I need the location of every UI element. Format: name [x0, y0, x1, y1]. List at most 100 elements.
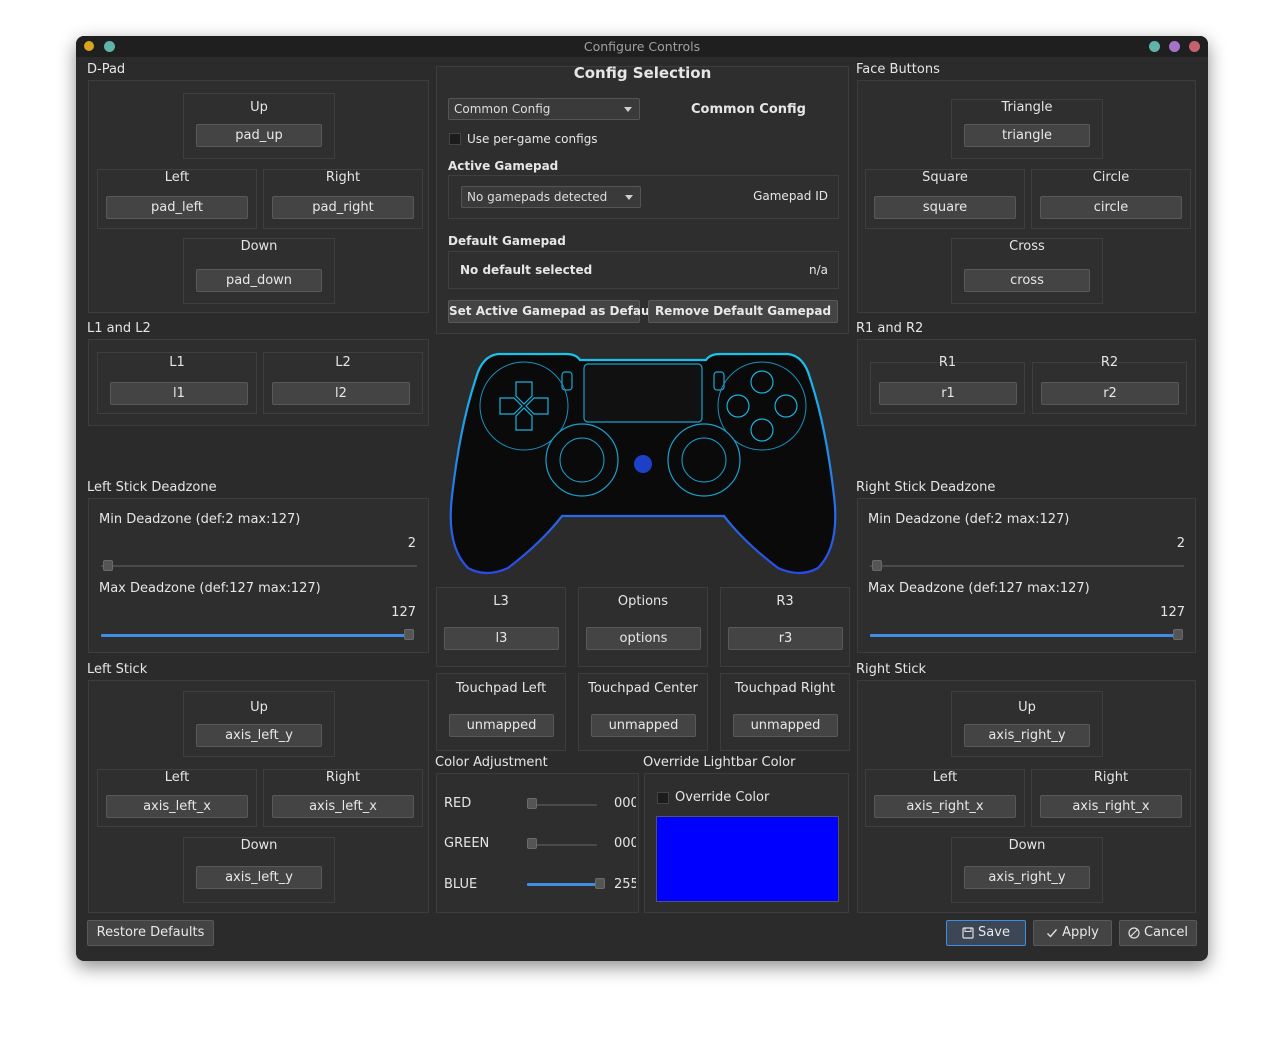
touchpad-left-button[interactable]: unmapped [449, 714, 554, 737]
default-gamepad-box: No default selected n/a [448, 251, 839, 289]
blue-slider-track[interactable] [527, 883, 597, 886]
l1-button[interactable]: l1 [110, 382, 248, 405]
left-stick-right-box: Right axis_left_x [263, 769, 423, 827]
face-buttons-group: Triangle triangle Square square Circle c… [857, 80, 1196, 313]
cross-button[interactable]: cross [964, 269, 1090, 292]
chevron-down-icon [625, 195, 633, 200]
title-bar: Configure Controls [76, 36, 1208, 57]
l3-button[interactable]: l3 [444, 627, 559, 650]
dpad-down-box: Down pad_down [183, 238, 335, 304]
current-config-label: Common Config [691, 102, 806, 117]
right-max-deadzone-handle[interactable] [1173, 629, 1183, 640]
remove-default-gamepad-button[interactable]: Remove Default Gamepad [648, 300, 838, 323]
cancel-button[interactable]: Cancel [1119, 920, 1197, 946]
right-max-deadzone-track[interactable] [870, 634, 1176, 637]
blue-slider-handle[interactable] [595, 878, 605, 889]
apply-button[interactable]: Apply [1033, 920, 1112, 946]
dpad-left-button[interactable]: pad_left [106, 196, 248, 219]
right-stick-down-button[interactable]: axis_right_y [964, 866, 1090, 889]
override-color-checkbox[interactable] [657, 792, 669, 804]
gamepad-combo[interactable]: No gamepads detected [461, 186, 641, 208]
green-slider-handle[interactable] [527, 838, 537, 849]
left-stick-left-button[interactable]: axis_left_x [106, 795, 248, 818]
r3-box: R3 r3 [720, 587, 850, 667]
right-min-deadzone-handle[interactable] [872, 560, 882, 571]
dpad-right-label: Right [325, 170, 361, 185]
dpad-up-button[interactable]: pad_up [196, 124, 322, 147]
default-gamepad-na: n/a [808, 263, 828, 277]
window-title: Configure Controls [583, 39, 701, 54]
options-button[interactable]: options [586, 627, 701, 650]
right-max-deadzone-label: Max Deadzone (def:127 max:127) [868, 581, 1090, 596]
r1-button[interactable]: r1 [879, 382, 1017, 405]
lightbar-group: Override Color [644, 773, 849, 913]
dpad-down-button[interactable]: pad_down [196, 269, 322, 292]
touchpad-right-button[interactable]: unmapped [733, 714, 838, 737]
right-stick-right-box: Right axis_right_x [1031, 769, 1191, 827]
minimize-button[interactable] [1149, 41, 1160, 52]
triangle-button[interactable]: triangle [964, 124, 1090, 147]
dpad-right-button[interactable]: pad_right [272, 196, 414, 219]
left-stick-up-button[interactable]: axis_left_y [196, 724, 322, 747]
per-game-label: Use per-game configs [467, 132, 598, 146]
left-stick-left-box: Left axis_left_x [97, 769, 257, 827]
save-button[interactable]: Save [946, 920, 1026, 946]
green-label: GREEN [444, 836, 490, 851]
blue-value: 255 [614, 877, 636, 892]
cancel-icon [1128, 926, 1140, 939]
config-combo[interactable]: Common Config [448, 98, 640, 120]
circle-button[interactable]: circle [1040, 196, 1182, 219]
square-button[interactable]: square [874, 196, 1016, 219]
left-deadzone-title: Left Stick Deadzone [87, 480, 217, 495]
touchpad-center-button[interactable]: unmapped [591, 714, 696, 737]
triangle-box: Triangle triangle [951, 99, 1103, 159]
r2-button[interactable]: r2 [1041, 382, 1179, 405]
right-stick-left-button[interactable]: axis_right_x [874, 795, 1016, 818]
red-slider-handle[interactable] [527, 798, 537, 809]
red-slider-track[interactable] [527, 804, 597, 806]
close-button[interactable] [1189, 41, 1200, 52]
dpad-group: Up pad_up Left pad_left Right pad_right … [88, 80, 429, 313]
right-stick-right-button[interactable]: axis_right_x [1040, 795, 1182, 818]
left-stick-up-label: Up [250, 700, 268, 715]
set-default-gamepad-button[interactable]: Set Active Gamepad as Default [448, 300, 659, 323]
config-selection-title: Config Selection [573, 64, 712, 82]
l2-button[interactable]: l2 [272, 382, 410, 405]
right-stick-up-button[interactable]: axis_right_y [964, 724, 1090, 747]
right-stick-left-box: Left axis_right_x [865, 769, 1025, 827]
dpad-left-label: Left [164, 170, 190, 185]
dpad-right-box: Right pad_right [263, 169, 423, 229]
gamepad-id-label: Gamepad ID [753, 189, 828, 203]
left-min-deadzone-value: 2 [407, 536, 416, 551]
r2-label: R2 [1100, 355, 1119, 370]
maximize-button[interactable] [1169, 41, 1180, 52]
config-selection-group: Config Selection Common Config Common Co… [436, 64, 849, 334]
triangle-label: Triangle [1001, 100, 1053, 115]
color-adjustment-title: Color Adjustment [435, 755, 548, 770]
right-stick-shape [667, 423, 741, 497]
restore-defaults-button[interactable]: Restore Defaults [87, 920, 214, 946]
left-min-deadzone-handle[interactable] [103, 560, 113, 571]
l3-label: L3 [493, 594, 509, 609]
left-max-deadzone-track[interactable] [101, 634, 407, 637]
r3-button[interactable]: r3 [728, 627, 843, 650]
left-max-deadzone-handle[interactable] [404, 629, 414, 640]
right-min-deadzone-track[interactable] [870, 565, 1184, 567]
left-stick-right-button[interactable]: axis_left_x [272, 795, 414, 818]
r1-label: R1 [938, 355, 957, 370]
right-stick-up-label: Up [1018, 700, 1036, 715]
left-min-deadzone-track[interactable] [101, 565, 417, 567]
touchpad-right-box: Touchpad Right unmapped [720, 673, 850, 751]
blue-label: BLUE [444, 877, 478, 892]
l2-label: L2 [335, 355, 351, 370]
l1-box: L1 l1 [97, 352, 257, 414]
face-buttons-title: Face Buttons [856, 62, 940, 77]
l1l2-title: L1 and L2 [87, 321, 151, 336]
green-slider-track[interactable] [527, 844, 597, 846]
left-stick-down-button[interactable]: axis_left_y [196, 866, 322, 889]
left-stick-group: Up axis_left_y Left axis_left_x Right ax… [88, 680, 429, 913]
per-game-checkbox[interactable] [449, 133, 461, 145]
square-box: Square square [865, 169, 1025, 229]
lightbar-color-swatch[interactable] [656, 816, 839, 902]
touchpad-center-label: Touchpad Center [588, 681, 698, 696]
